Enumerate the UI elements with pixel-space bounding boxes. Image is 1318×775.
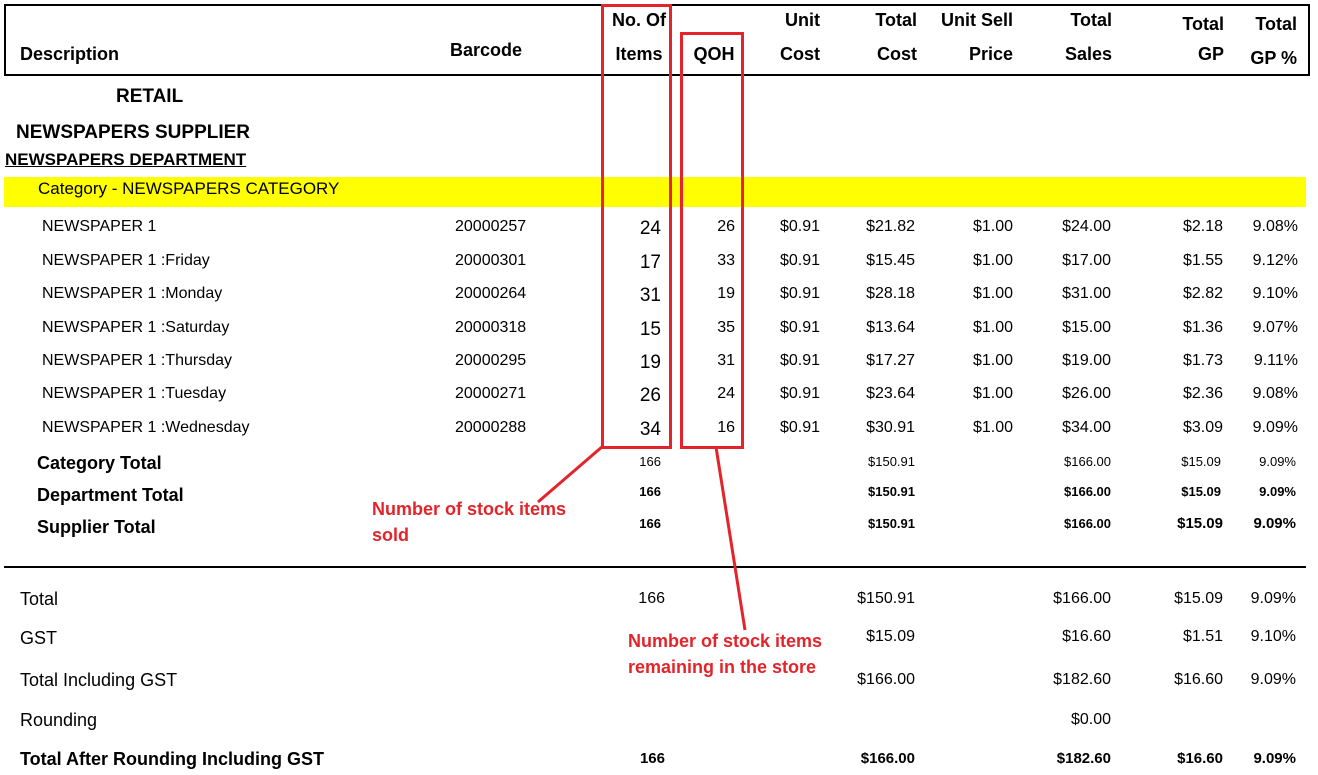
annotation-sold-line2: sold (372, 525, 410, 545)
sold-pointer-line (537, 444, 604, 504)
annotation-sold-line1: Number of stock items (372, 499, 567, 519)
annotation-remaining-line1: Number of stock items (628, 631, 823, 651)
annotation-remaining-line2: remaining in the store (628, 657, 817, 677)
remaining-pointer-line (714, 446, 747, 631)
